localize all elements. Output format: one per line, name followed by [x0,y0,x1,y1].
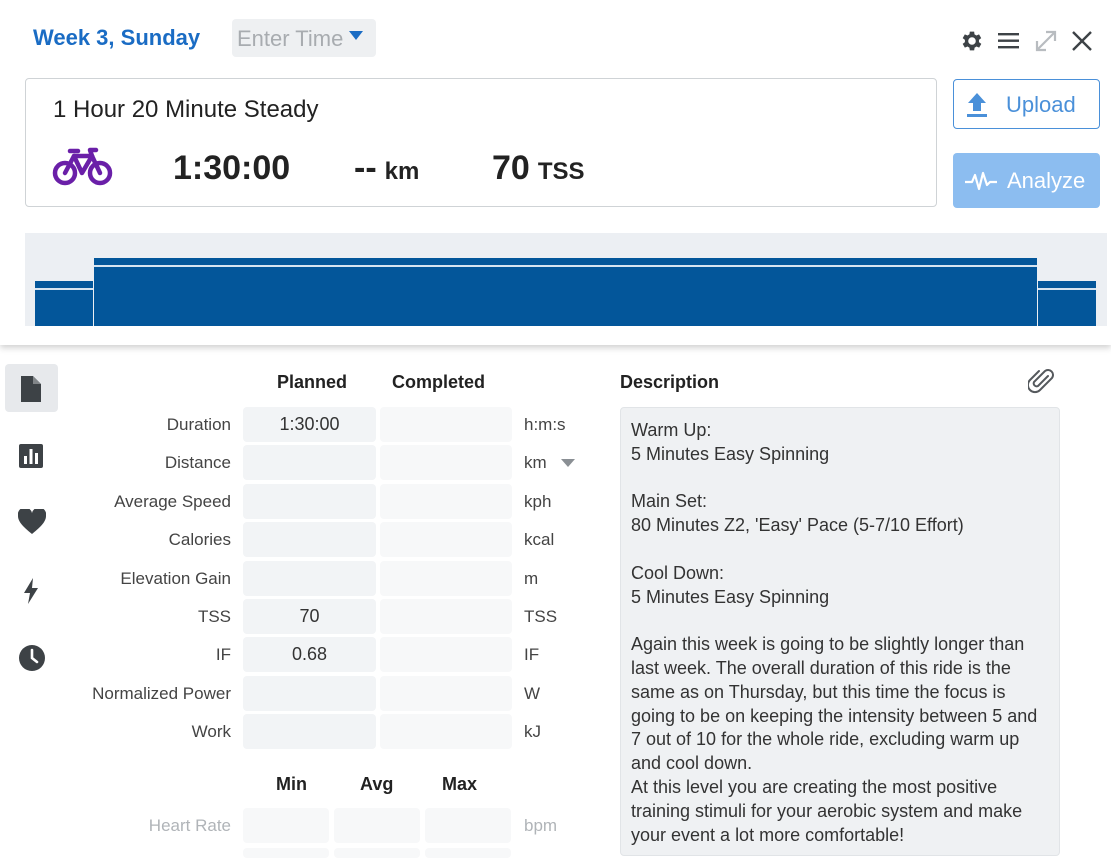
pulse-icon [964,169,998,199]
enter-time-placeholder: Enter Time [237,26,344,51]
metric-row-label: Normalized Power [92,684,231,703]
planned-field[interactable]: 1:30:00 [243,407,376,442]
workout-chart-svg [35,258,1096,326]
next-range-avg-field[interactable] [334,848,420,858]
analyze-label: Analyze [1007,168,1086,193]
workout-title: 1 Hour 20 Minute Steady [53,96,319,123]
metric-row-label: Elevation Gain [120,569,231,588]
sidebar-item-heart-rate[interactable] [5,498,58,546]
tss-unit: TSS [537,158,585,185]
workout-structure-chart [25,233,1107,326]
upload-label: Upload [1006,92,1076,117]
metric-row-unit: h:m:s [524,415,566,434]
close-icon[interactable] [1069,28,1095,54]
next-range-min-field[interactable] [243,848,329,858]
min-column-header: Min [276,774,307,794]
next-range-max-field[interactable] [425,848,511,858]
completed-field[interactable] [380,561,512,596]
completed-field[interactable] [380,599,512,634]
lightning-icon [24,578,38,604]
distance-stat: -- km [354,149,419,188]
planned-field[interactable] [243,561,376,596]
completed-field[interactable] [380,407,512,442]
completed-field[interactable] [380,637,512,672]
description-title: Description [620,372,720,392]
duration-stat: 1:30:00 [173,149,290,188]
heart-rate-unit: bpm [524,816,558,835]
bar-chart-icon [19,444,43,468]
sidebar-item-details[interactable] [5,364,58,412]
distance-unit: km [384,158,420,185]
metric-row-unit: kph [524,492,552,511]
sidebar-item-time[interactable] [5,633,58,681]
completed-field[interactable] [380,714,512,749]
sidebar-item-power[interactable] [5,566,58,614]
clock-icon [19,645,45,671]
chevron-down-icon [349,31,363,40]
enter-time-select[interactable]: Enter Time [232,19,376,57]
bike-icon [52,147,114,192]
completed-field[interactable] [380,484,512,519]
metric-row-label: Work [191,722,231,741]
upload-icon [966,92,988,124]
heart-rate-label: Heart Rate [148,816,231,835]
max-column-header: Max [442,774,478,794]
planned-field[interactable] [243,714,376,749]
chevron-down-icon[interactable] [561,459,575,467]
upload-button[interactable]: Upload [953,79,1100,129]
paperclip-icon[interactable] [1026,367,1054,400]
metric-row-unit: kcal [524,530,555,549]
planned-field[interactable]: 70 [243,599,376,634]
tss-value: 70 [492,149,530,187]
planned-field[interactable] [243,445,376,480]
workout-segment-bar[interactable] [1038,281,1096,326]
metric-row-unit: IF [524,645,540,664]
workout-segment-bar[interactable] [94,258,1037,326]
workout-segment-bar[interactable] [35,281,93,326]
completed-field[interactable] [380,445,512,480]
workout-date-title: Week 3, Sunday [33,25,201,50]
metric-row-unit[interactable]: km [524,453,547,473]
expand-icon[interactable] [1033,28,1059,54]
completed-field[interactable] [380,522,512,557]
metric-row-label: IF [215,645,231,664]
metric-row-unit: W [524,684,541,703]
planned-field[interactable] [243,484,376,519]
workout-segment-band [94,265,1037,267]
heart-rate-max-field[interactable] [425,808,511,843]
completed-column-header: Completed [392,372,486,392]
planned-field[interactable] [243,522,376,557]
metric-row-unit: TSS [524,607,558,626]
metric-row-label: Average Speed [114,492,231,511]
workout-segment-band [1038,288,1096,290]
heart-rate-avg-field[interactable] [334,808,420,843]
sidebar-item-charts[interactable] [5,432,58,480]
gear-icon[interactable] [959,28,985,54]
document-icon [21,376,41,402]
planned-column-header: Planned [277,372,348,392]
heart-rate-min-field[interactable] [243,808,329,843]
workout-summary-card: 1 Hour 20 Minute Steady 1:30:00 -- km 70 T… [25,78,937,207]
distance-value: -- [354,149,377,187]
tss-stat: 70 TSS [492,149,585,188]
analyze-button[interactable]: Analyze [953,153,1100,208]
duration-value: 1:30:00 [173,149,291,187]
workout-segment-band [35,288,93,290]
avg-column-header: Avg [360,774,394,794]
metric-row-unit: m [524,569,539,588]
planned-field[interactable] [243,676,376,711]
completed-field[interactable] [380,676,512,711]
metric-row-label: Duration [166,415,231,434]
workout-header: Week 3, Sunday Enter Time 1 Hour 20 Minu… [0,0,1111,345]
planned-field[interactable]: 0.68 [243,637,376,672]
metric-row-label: TSS [197,607,231,626]
description-text[interactable]: Warm Up: 5 Minutes Easy Spinning Main Se… [620,407,1060,856]
metric-row-unit: kJ [524,722,541,741]
heart-icon [18,509,46,534]
metric-row-label: Calories [168,530,231,549]
menu-icon[interactable] [996,28,1022,54]
metric-row-label: Distance [164,453,231,472]
